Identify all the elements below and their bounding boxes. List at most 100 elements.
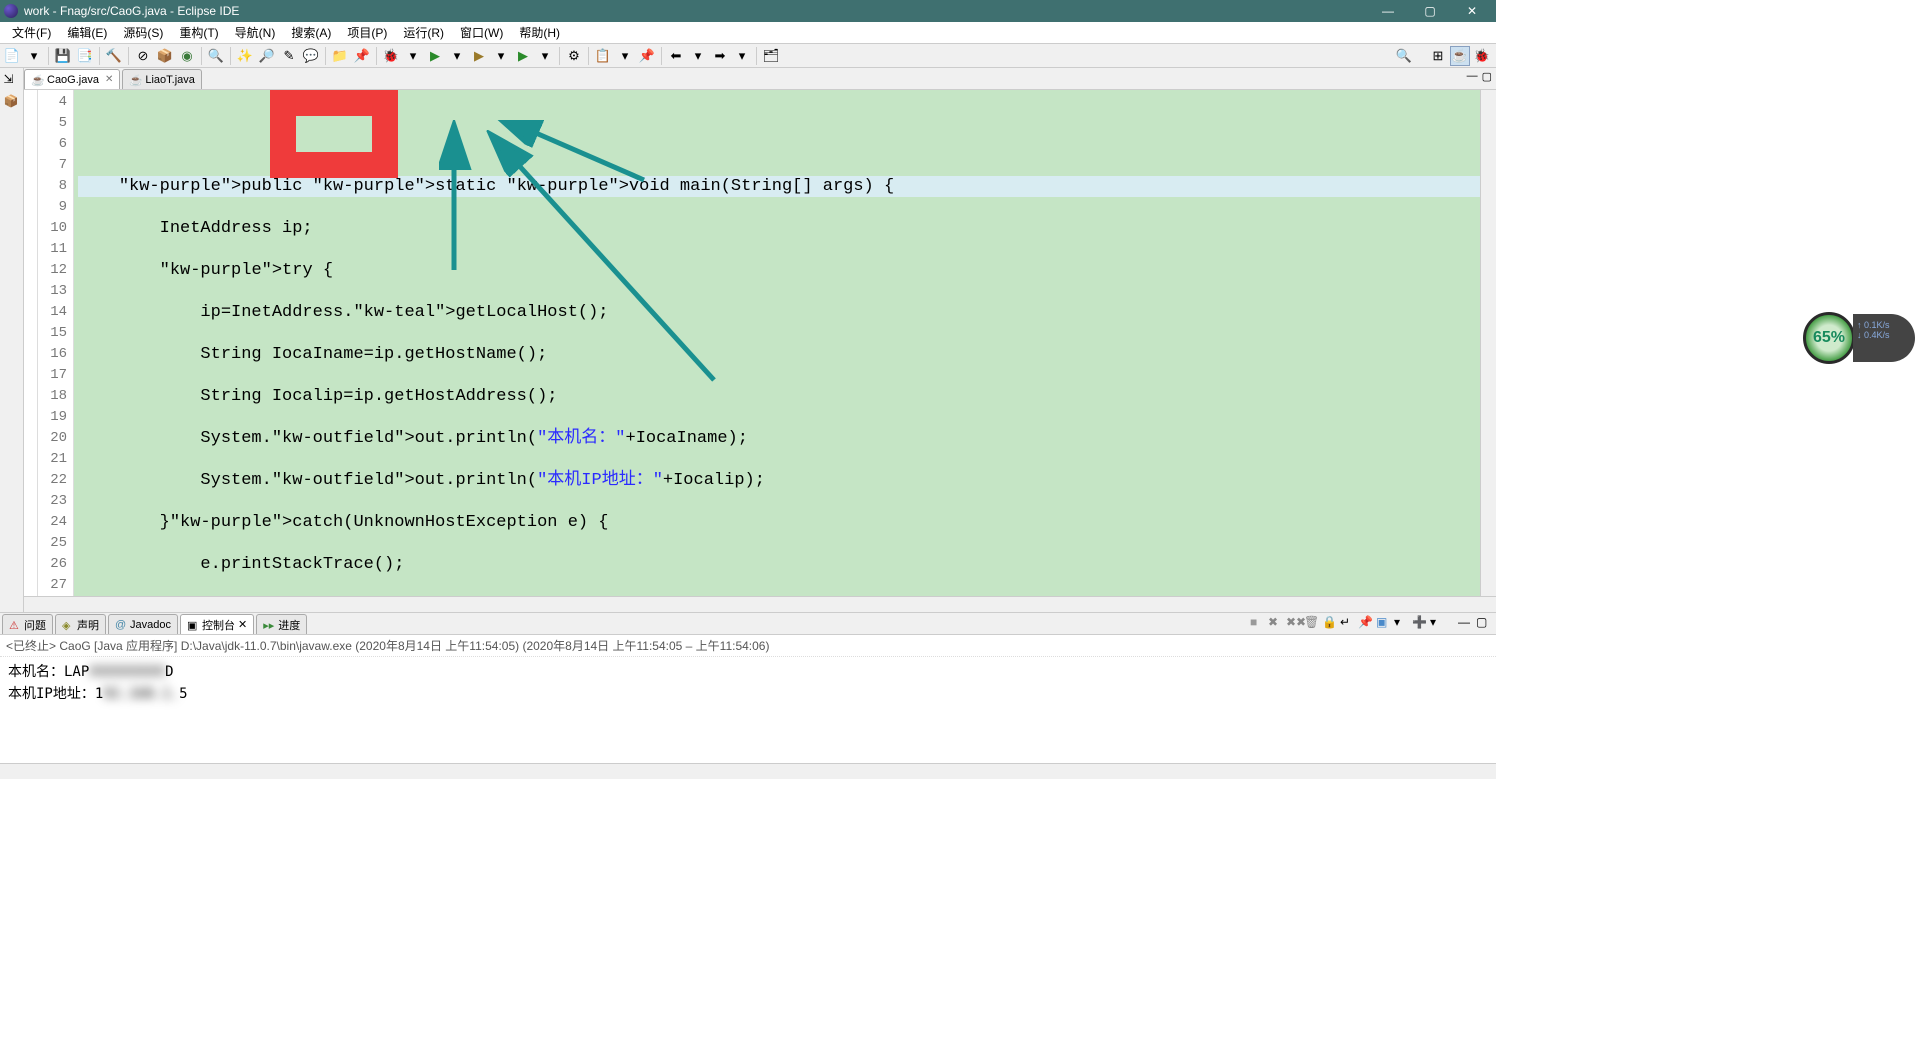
tab-declaration[interactable]: ◈声明 — [55, 614, 106, 634]
code-editor[interactable]: 4567891011121314151617181920212223242526… — [24, 90, 1496, 596]
tab-problems[interactable]: ⚠问题 — [2, 614, 53, 634]
maximize-view-icon[interactable]: ▢ — [1482, 70, 1492, 83]
code-text-area[interactable]: "kw-purple">public "kw-purple">static "k… — [74, 90, 1480, 596]
code-line[interactable] — [78, 281, 1480, 302]
tab-liaot-java[interactable]: ☕ LiaoT.java — [122, 69, 202, 89]
forward-dropdown-icon[interactable]: ▾ — [732, 46, 752, 66]
code-line[interactable]: InetAddress ip; — [78, 218, 1480, 239]
minimize-bottom-icon[interactable]: — — [1458, 615, 1474, 631]
code-line[interactable]: String Iocalip=ip.getHostAddress(); — [78, 386, 1480, 407]
wand-icon[interactable]: ✨ — [235, 46, 255, 66]
code-line[interactable] — [78, 491, 1480, 512]
scroll-lock-icon[interactable]: 🔒 — [1322, 615, 1338, 631]
debug-dropdown-icon[interactable]: ▾ — [403, 46, 423, 66]
back-icon[interactable]: ⬅ — [666, 46, 686, 66]
clear-console-icon[interactable]: 🗑 — [1304, 615, 1320, 631]
display-selected-icon[interactable]: ▣ — [1376, 615, 1392, 631]
code-line[interactable]: ip=InetAddress."kw-teal">getLocalHost(); — [78, 302, 1480, 323]
code-line[interactable]: System."kw-outfield">out.println("本机IP地址… — [78, 470, 1480, 491]
folder-icon[interactable]: 📁 — [330, 46, 350, 66]
task-dropdown-icon[interactable]: ▾ — [615, 46, 635, 66]
back-dropdown-icon[interactable]: ▾ — [688, 46, 708, 66]
save-all-icon[interactable]: 📑 — [75, 46, 95, 66]
perspective-icon[interactable]: 🗂 — [761, 46, 781, 66]
code-line[interactable]: String IocaIname=ip.getHostName(); — [78, 344, 1480, 365]
pin-console-icon[interactable]: 📌 — [1358, 615, 1374, 631]
java-perspective-icon[interactable]: ☕ — [1450, 46, 1470, 66]
package-explorer-icon[interactable]: 📦 — [4, 94, 20, 110]
new-server-icon[interactable]: ⚙ — [564, 46, 584, 66]
debug-perspective-icon[interactable]: 🐞 — [1472, 46, 1492, 66]
code-line[interactable] — [78, 239, 1480, 260]
code-line[interactable] — [78, 407, 1480, 428]
annotation-icon[interactable]: 💬 — [301, 46, 321, 66]
code-line[interactable] — [78, 575, 1480, 596]
menu-navigate[interactable]: 导航(N) — [227, 22, 284, 43]
menu-source[interactable]: 源码(S) — [115, 22, 171, 43]
code-line[interactable]: e.printStackTrace(); — [78, 554, 1480, 575]
code-line[interactable] — [78, 323, 1480, 344]
menu-help[interactable]: 帮助(H) — [511, 22, 568, 43]
run-dropdown-icon[interactable]: ▾ — [447, 46, 467, 66]
open-dropdown-icon[interactable]: ▾ — [1430, 615, 1446, 631]
open-console-icon[interactable]: ➕ — [1412, 615, 1428, 631]
code-line[interactable] — [78, 365, 1480, 386]
tab-close-icon[interactable]: ✕ — [238, 618, 247, 631]
tab-caog-java[interactable]: ☕ CaoG.java ✕ — [24, 69, 120, 89]
run-last-icon[interactable]: ▶ — [513, 46, 533, 66]
menu-file[interactable]: 文件(F) — [4, 22, 59, 43]
debug-icon[interactable]: 🐞 — [381, 46, 401, 66]
editor-horizontal-scrollbar[interactable] — [24, 596, 1496, 612]
quick-access-icon[interactable]: 🔍 — [1394, 46, 1414, 66]
minimize-button[interactable]: — — [1376, 1, 1400, 21]
code-line[interactable]: System."kw-outfield">out.println("本机名："+… — [78, 428, 1480, 449]
word-wrap-icon[interactable]: ↵ — [1340, 615, 1356, 631]
code-line[interactable]: "kw-purple">public "kw-purple">static "k… — [78, 176, 1480, 197]
code-line[interactable] — [78, 155, 1480, 176]
code-line[interactable]: "kw-purple">try { — [78, 260, 1480, 281]
maximize-button[interactable]: ▢ — [1418, 1, 1442, 21]
console-dropdown-icon[interactable]: ▾ — [1394, 615, 1410, 631]
tab-close-icon[interactable]: ✕ — [105, 74, 113, 85]
forward-icon[interactable]: ➡ — [710, 46, 730, 66]
code-line[interactable] — [78, 197, 1480, 218]
search-icon[interactable]: 🔎 — [257, 46, 277, 66]
code-line[interactable] — [78, 449, 1480, 470]
run-last-dropdown-icon[interactable]: ▾ — [535, 46, 555, 66]
menu-search[interactable]: 搜索(A) — [283, 22, 339, 43]
restore-icon[interactable]: ⇲ — [4, 72, 20, 88]
pin-editor-icon[interactable]: 📌 — [637, 46, 657, 66]
tab-console[interactable]: ▣控制台✕ — [180, 614, 254, 634]
maximize-bottom-icon[interactable]: ▢ — [1476, 615, 1492, 631]
pin-icon[interactable]: 📌 — [352, 46, 372, 66]
remove-launch-icon[interactable]: ✖ — [1268, 615, 1284, 631]
remove-all-icon[interactable]: ✖✖ — [1286, 615, 1302, 631]
open-task-icon[interactable]: 📋 — [593, 46, 613, 66]
code-line[interactable]: }"kw-purple">catch(UnknownHostException … — [78, 512, 1480, 533]
terminate-icon[interactable]: ■ — [1250, 615, 1266, 631]
dropdown-icon[interactable]: ▾ — [24, 46, 44, 66]
run-icon[interactable]: ▶ — [425, 46, 445, 66]
minimize-view-icon[interactable]: — — [1467, 70, 1478, 83]
console-output[interactable]: 本机名：LAPXXXXXXXXXD 本机IP地址：192.168.1.5 — [0, 657, 1496, 763]
coverage-dropdown-icon[interactable]: ▾ — [491, 46, 511, 66]
open-perspective-icon[interactable]: ⊞ — [1428, 46, 1448, 66]
menu-window[interactable]: 窗口(W) — [452, 22, 511, 43]
menu-refactor[interactable]: 重构(T) — [171, 22, 226, 43]
close-button[interactable]: ✕ — [1460, 1, 1484, 21]
menu-project[interactable]: 项目(P) — [339, 22, 395, 43]
console-horizontal-scrollbar[interactable] — [0, 763, 1496, 779]
code-line[interactable] — [78, 533, 1480, 554]
new-package-icon[interactable]: 📦 — [155, 46, 175, 66]
new-icon[interactable]: 📄 — [2, 46, 22, 66]
editor-vertical-scrollbar[interactable] — [1480, 90, 1496, 596]
new-class-icon[interactable]: ◉ — [177, 46, 197, 66]
skip-breakpoints-icon[interactable]: ⊘ — [133, 46, 153, 66]
menu-edit[interactable]: 编辑(E) — [59, 22, 115, 43]
coverage-icon[interactable]: ▶ — [469, 46, 489, 66]
open-type-icon[interactable]: 🔍 — [206, 46, 226, 66]
toggle-mark-icon[interactable]: ✎ — [279, 46, 299, 66]
tab-progress[interactable]: ▸▸进度 — [256, 614, 307, 634]
tab-javadoc[interactable]: @Javadoc — [108, 614, 178, 634]
build-icon[interactable]: 🔨 — [104, 46, 124, 66]
